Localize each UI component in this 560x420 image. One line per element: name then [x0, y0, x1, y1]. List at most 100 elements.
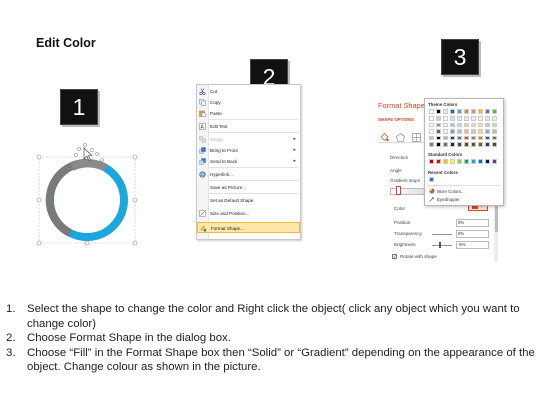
standard-color-swatch[interactable]	[429, 159, 434, 164]
menu-item-paste[interactable]: Paste	[197, 109, 300, 118]
menu-item-label: Set as Default Shape	[210, 197, 254, 203]
theme-color-swatch[interactable]	[457, 142, 462, 147]
theme-color-swatch[interactable]	[471, 142, 476, 147]
theme-color-swatch[interactable]	[436, 129, 441, 134]
menu-item-set-default-shape[interactable]: Set as Default Shape	[197, 196, 300, 205]
brightness-input[interactable]: -5%	[456, 241, 489, 249]
theme-color-swatch[interactable]	[485, 122, 490, 128]
menu-item-group[interactable]: Group ▸	[197, 135, 300, 144]
theme-color-swatch[interactable]	[492, 142, 497, 147]
theme-color-swatch[interactable]	[478, 122, 483, 128]
theme-color-swatch[interactable]	[471, 109, 476, 114]
theme-color-swatch[interactable]	[464, 135, 469, 141]
theme-color-swatch[interactable]	[492, 135, 497, 141]
standard-color-swatch[interactable]	[450, 159, 455, 164]
theme-color-swatch[interactable]	[429, 129, 434, 134]
gradient-stop-handle[interactable]	[396, 186, 401, 195]
menu-item-bring-to-front[interactable]: Bring to Front ▸	[197, 146, 300, 155]
transparency-label: Transparency	[394, 231, 422, 236]
theme-color-swatch[interactable]	[492, 116, 497, 121]
theme-color-swatch[interactable]	[457, 135, 462, 141]
position-input[interactable]: 0%	[456, 219, 489, 227]
theme-color-swatch[interactable]	[485, 135, 490, 141]
theme-color-swatch[interactable]	[485, 109, 490, 114]
layout-grid-icon[interactable]	[412, 129, 421, 147]
theme-color-swatch[interactable]	[471, 122, 476, 128]
standard-color-swatch[interactable]	[471, 159, 476, 164]
standard-color-swatch[interactable]	[443, 159, 448, 164]
theme-color-swatch[interactable]	[436, 142, 441, 147]
theme-color-swatch[interactable]	[457, 116, 462, 121]
theme-color-swatch[interactable]	[457, 122, 462, 128]
theme-color-swatch[interactable]	[436, 109, 441, 114]
theme-color-swatch[interactable]	[464, 129, 469, 134]
fill-bucket-icon[interactable]	[380, 129, 389, 147]
theme-color-swatch[interactable]	[485, 142, 490, 147]
theme-color-swatch[interactable]	[443, 129, 448, 134]
theme-color-swatch[interactable]	[457, 109, 462, 114]
menu-item-format-shape[interactable]: Format Shape...	[197, 222, 300, 233]
standard-color-swatch[interactable]	[492, 159, 497, 164]
theme-color-swatch[interactable]	[464, 109, 469, 114]
theme-color-swatch[interactable]	[443, 142, 448, 147]
transparency-slider[interactable]	[432, 234, 452, 235]
standard-color-swatch[interactable]	[478, 159, 483, 164]
theme-color-swatch[interactable]	[443, 116, 448, 121]
theme-color-swatch[interactable]	[485, 129, 490, 134]
transparency-input[interactable]: 0%	[456, 230, 489, 238]
theme-color-swatch[interactable]	[464, 122, 469, 128]
theme-color-swatch[interactable]	[478, 129, 483, 134]
standard-color-swatch[interactable]	[464, 159, 469, 164]
menu-item-size-and-position[interactable]: Size and Position...	[197, 209, 300, 218]
theme-color-swatch[interactable]	[464, 142, 469, 147]
theme-color-swatch[interactable]	[492, 129, 497, 134]
pane-title: Format Shape	[378, 101, 425, 110]
theme-color-swatch[interactable]	[471, 135, 476, 141]
menu-item-hyperlink[interactable]: Hyperlink...	[197, 170, 300, 179]
theme-color-swatch[interactable]	[471, 116, 476, 121]
theme-color-swatch[interactable]	[443, 135, 448, 141]
standard-color-swatch[interactable]	[457, 159, 462, 164]
theme-color-swatch[interactable]	[429, 135, 434, 141]
theme-color-swatch[interactable]	[429, 109, 434, 114]
theme-color-swatch[interactable]	[450, 122, 455, 128]
menu-item-save-as-picture[interactable]: Save as Picture...	[197, 183, 300, 192]
standard-color-swatch[interactable]	[436, 159, 441, 164]
menu-item-cut[interactable]: Cut	[197, 87, 300, 96]
theme-color-swatch[interactable]	[443, 109, 448, 114]
theme-color-swatch[interactable]	[429, 116, 434, 121]
theme-color-swatch[interactable]	[485, 116, 490, 121]
theme-color-swatch[interactable]	[450, 142, 455, 147]
theme-color-swatch[interactable]	[443, 122, 448, 128]
rotate-with-shape-checkbox[interactable]: ✓	[392, 254, 397, 259]
theme-color-swatch[interactable]	[464, 116, 469, 121]
theme-color-swatch[interactable]	[478, 109, 483, 114]
selected-ring-shape[interactable]	[36, 140, 144, 250]
palette-divider	[427, 185, 501, 186]
menu-item-copy[interactable]: Copy	[197, 98, 300, 107]
effects-pentagon-icon[interactable]	[396, 129, 405, 147]
theme-color-swatch[interactable]	[450, 129, 455, 134]
menu-item-edit-text[interactable]: A Edit Text	[197, 122, 300, 131]
brightness-slider-thumb[interactable]	[439, 242, 441, 248]
theme-color-swatch[interactable]	[429, 142, 434, 147]
theme-color-swatch[interactable]	[450, 109, 455, 114]
shape-options-tab[interactable]: SHAPE OPTIONS	[378, 117, 414, 122]
theme-color-swatch[interactable]	[450, 135, 455, 141]
theme-color-swatch[interactable]	[457, 129, 462, 134]
standard-color-swatch[interactable]	[485, 159, 490, 164]
brightness-slider[interactable]	[432, 245, 452, 246]
menu-item-send-to-back[interactable]: Send to Back ▸	[197, 157, 300, 166]
recent-color-swatch[interactable]	[429, 177, 434, 182]
theme-color-swatch[interactable]	[429, 122, 434, 128]
theme-color-swatch[interactable]	[436, 122, 441, 128]
theme-color-swatch[interactable]	[436, 116, 441, 121]
theme-color-swatch[interactable]	[478, 135, 483, 141]
theme-color-swatch[interactable]	[492, 109, 497, 114]
theme-color-swatch[interactable]	[471, 129, 476, 134]
theme-color-swatch[interactable]	[436, 135, 441, 141]
theme-color-swatch[interactable]	[492, 122, 497, 128]
theme-color-swatch[interactable]	[478, 142, 483, 147]
theme-color-swatch[interactable]	[478, 116, 483, 121]
theme-color-swatch[interactable]	[450, 116, 455, 121]
